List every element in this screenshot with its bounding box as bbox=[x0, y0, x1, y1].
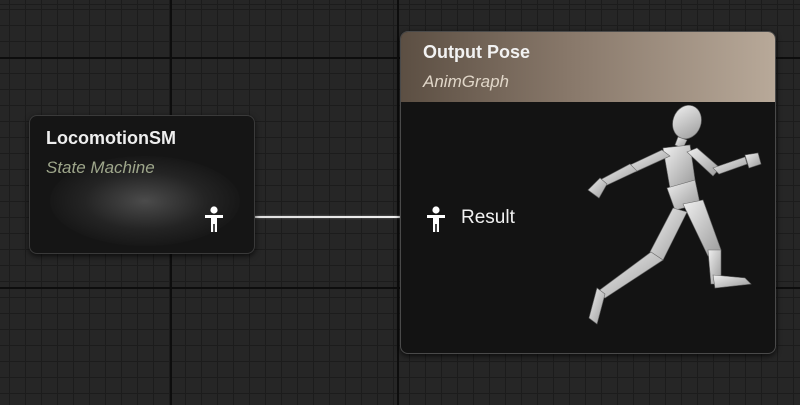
locomotion-state-machine-node[interactable]: LocomotionSM State Machine bbox=[29, 115, 255, 254]
node-subtitle: AnimGraph bbox=[423, 72, 509, 91]
pose-pin-icon[interactable] bbox=[425, 205, 447, 233]
pose-pin-icon[interactable] bbox=[203, 205, 225, 233]
pose-connection-wire[interactable] bbox=[228, 216, 424, 218]
node-title: LocomotionSM bbox=[46, 128, 176, 148]
result-pin-label: Result bbox=[461, 207, 515, 228]
node-subtitle: State Machine bbox=[46, 158, 155, 177]
node-title: Output Pose bbox=[423, 42, 530, 62]
anim-graph-canvas[interactable]: LocomotionSM State Machine Output Pose A… bbox=[0, 0, 800, 405]
running-mannequin-icon bbox=[587, 105, 762, 325]
